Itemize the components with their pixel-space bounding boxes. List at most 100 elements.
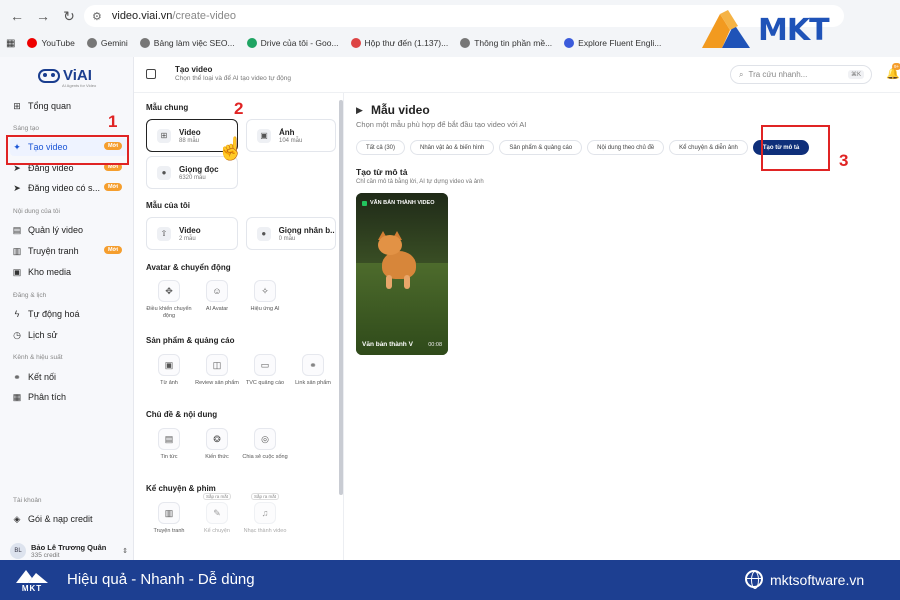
book-icon: ▥ [12,246,22,256]
template-duration: 00:08 [428,342,442,348]
tool-product-link[interactable]: ⚭ Link sản phẩm [288,354,338,387]
bookmark-youtube[interactable]: YouTube [27,38,75,48]
card-my-video[interactable]: ⇧ Video 2 mẫu [146,217,238,250]
tool-comics[interactable]: ▥ Truyện tranh [144,502,194,535]
new-badge: Mới [103,183,122,191]
site-settings-icon[interactable]: ⚙ [92,10,102,23]
card-image-templates[interactable]: ▣ Ảnh 104 mẫu [246,119,336,152]
top-bar: Tạo video Chọn thể loại và để AI tạo vid… [134,57,900,93]
filter-virtual-character[interactable]: Nhân vật ảo & biến hình [410,140,495,155]
music-icon: ♫ [254,502,276,524]
video-camera-icon: ▶ [356,105,363,115]
tool-motion-control[interactable]: ✥ Điều khiển chuyển động [144,280,194,320]
sidebar-item-manage-video[interactable]: ▤ Quản lý video [10,221,128,239]
section-from-description-sub: Chỉ cần mô tả bằng lời, AI tự dựng video… [356,179,484,185]
chevron-updown-icon: ⇕ [122,548,128,555]
section-story: Kể chuyện & phim [146,484,216,493]
section-from-description: Tạo từ mô tả [356,167,408,177]
sidebar-section-create: Sáng tạo [13,125,40,132]
template-card-text-to-video[interactable]: VĂN BẢN THÀNH VIDEO Văn bản thành V 00:0… [356,193,448,355]
main-title: Mẫu video [371,103,430,117]
filter-topic-content[interactable]: Nội dung theo chủ đề [587,140,665,155]
sidebar-toggle-icon[interactable] [146,69,156,79]
panel-scrollbar[interactable] [339,100,343,495]
sidebar-item-comics[interactable]: ▥ Truyện tranh Mới [10,242,128,260]
back-icon[interactable]: ← [4,3,30,29]
annotation-number-2: 2 [234,99,244,118]
book-icon: ▥ [158,502,180,524]
viai-logo-icon [38,68,60,83]
page-subtitle: Chọn thể loại và để AI tạo video tự động [175,75,292,82]
search-placeholder: Tra cứu nhanh... [748,70,808,79]
section-product: Sản phẩm & quảng cáo [146,336,235,345]
grid-icon: ⊞ [13,101,21,111]
apps-icon[interactable]: ▦ [6,38,15,49]
avatar: BL [10,543,26,559]
sidebar-item-post-video-alt[interactable]: ➤ Đăng video có s... Mới [10,179,128,197]
card-my-voice[interactable]: ● Giọng nhân b... 0 mẫu [246,217,336,250]
section-common: Mẫu chung [146,103,189,112]
mkt-brand-logo: MKT [698,4,898,56]
bookmark-drive[interactable]: Drive của tôi - Goo... [246,38,339,48]
reload-icon[interactable]: ↻ [56,3,82,29]
annotation-number-3: 3 [839,151,849,170]
filter-chips: Tất cả (30) Nhân vật ảo & biến hình Sản … [356,140,810,155]
tool-tvc-ad[interactable]: ▭ TVC quảng cáo [240,354,290,387]
filter-product-ads[interactable]: Sản phẩm & quảng cáo [499,140,583,155]
move-icon: ✥ [158,280,180,302]
new-badge: Mới [103,246,122,254]
sidebar-section-channels: Kênh & hiệu suất [13,354,63,361]
bolt-icon: ϟ [14,309,20,319]
upload-icon: ⇧ [157,226,171,241]
search-shortcut: ⌘K [847,70,864,79]
mkt-footer-icon [16,570,48,583]
sidebar-item-connect[interactable]: ⚭ Kết nối [10,368,128,386]
user-menu[interactable]: BL Bảo Lê Trương Quân 335 credit ⇕ [10,540,128,562]
sidebar-item-plans[interactable]: ◈ Gói & nạp credit [10,510,128,528]
newspaper-icon: ▤ [158,428,180,450]
tool-storytelling: Sắp ra mắt ✎ Kể chuyện [202,493,232,534]
filter-storytelling[interactable]: Kể chuyện & diễn ảnh [669,140,748,155]
image-icon: ▣ [257,128,271,143]
link-icon: ⚭ [302,354,324,376]
forward-icon[interactable]: → [30,3,56,29]
tool-review-product[interactable]: ◫ Review sản phẩm [192,354,242,387]
tool-from-image[interactable]: ▣ Từ ảnh [144,354,194,387]
bookmark-seo[interactable]: Bảng làm việc SEO... [139,38,235,48]
viai-logo[interactable]: ViAI AI Agents for Video [38,67,96,88]
tool-life-share[interactable]: ◎ Chia sẻ cuộc sống [240,428,290,461]
mic-icon: ● [257,226,271,241]
tool-music-video: Sắp ra mắt ♫ Nhạc thành video [243,493,287,534]
image-icon: ▣ [158,354,180,376]
template-category-panel: Mẫu chung ⊞ Video 88 mẫu ▣ Ảnh 104 mẫu ● G… [134,93,344,560]
bookmark-fluent[interactable]: Explore Fluent Engli... [564,38,661,48]
brain-icon: ❂ [206,428,228,450]
sidebar-item-media[interactable]: ▣ Kho media [10,263,128,281]
notification-badge: 9+ [892,63,900,70]
clock-icon: ◷ [13,330,21,340]
user-circle-icon: ☺ [206,280,228,302]
tool-knowledge[interactable]: ❂ Kiến thức [192,428,242,461]
viai-logo-name: ViAI [63,67,92,84]
filter-all[interactable]: Tất cả (30) [356,140,406,155]
bookmark-software-info[interactable]: Thông tin phần mề... [460,38,552,48]
tool-ai-effect[interactable]: ✧ Hiệu ứng AI [240,280,290,313]
section-avatar: Avatar & chuyển động [146,263,231,272]
footer-website[interactable]: mktsoftware.vn [770,572,864,588]
sidebar-item-automation[interactable]: ϟ Tự động hoá [10,305,128,323]
bookmark-gemini[interactable]: Gemini [86,38,128,48]
tool-news[interactable]: ▤ Tin tức [144,428,194,461]
bookmark-gmail[interactable]: Hộp thư đến (1.137)... [350,38,448,48]
sidebar-item-analytics[interactable]: ▦ Phân tích [10,388,128,406]
sidebar-item-history[interactable]: ◷ Lịch sử [10,326,128,344]
image-icon: ▣ [12,267,22,277]
page-title: Tạo video [175,65,213,74]
sidebar-section-schedule: Đăng & lịch [13,292,47,299]
annotation-number-1: 1 [108,112,118,131]
quick-search-input[interactable]: ⌕ Tra cứu nhanh... ⌘K [730,65,872,84]
link-icon: ⚭ [13,372,21,382]
tool-ai-avatar[interactable]: ☺ AI Avatar [192,280,242,313]
pointer-hand-icon: ☝ [217,136,245,161]
user-credit: 335 credit [31,552,60,559]
pen-icon: ✎ [206,502,228,524]
